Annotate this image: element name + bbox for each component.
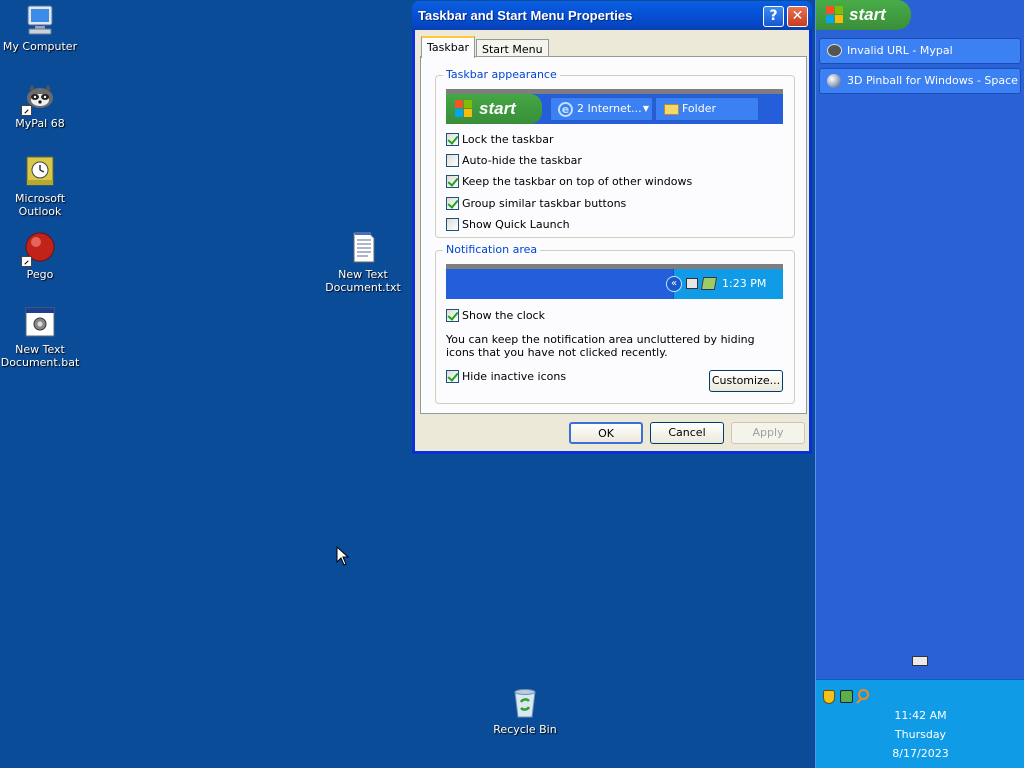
windows-logo-icon: [455, 100, 473, 118]
start-label: start: [849, 5, 886, 24]
show-clock-checkbox[interactable]: Show the clock: [446, 308, 545, 323]
help-button[interactable]: ?: [763, 6, 784, 27]
windows-logo-icon: [826, 6, 844, 24]
dialog-title-bar[interactable]: Taskbar and Start Menu Properties ? ✕: [412, 1, 812, 30]
recycle-bin-icon: [508, 686, 542, 720]
ok-button[interactable]: OK: [569, 422, 643, 444]
taskbar-button-pinball[interactable]: 3D Pinball for Windows - Space ...: [819, 68, 1021, 94]
clock-date: 8/17/2023: [892, 747, 949, 760]
checkbox-icon: [446, 197, 459, 210]
icon-label: Recycle Bin: [493, 723, 557, 736]
checkbox-icon: [446, 133, 459, 146]
hide-inactive-checkbox[interactable]: Hide inactive icons: [446, 369, 566, 384]
checkbox-label: Show the clock: [462, 309, 545, 322]
taskbar-properties-dialog: Taskbar and Start Menu Properties ? ✕ Ta…: [412, 1, 812, 454]
checkbox-label: Auto-hide the taskbar: [462, 154, 582, 167]
shortcut-arrow-icon: [21, 256, 32, 267]
taskbar-preview: start e 2 Internet... ▼ Folder: [446, 89, 783, 124]
cancel-button[interactable]: Cancel: [650, 422, 724, 444]
checkbox-icon: [446, 218, 459, 231]
shortcut-arrow-icon: [21, 105, 32, 116]
dropdown-arrow-icon: ▼: [642, 104, 649, 113]
batch-file-icon: [23, 306, 57, 340]
outlook-icon: [23, 155, 57, 189]
taskbar-appearance-group: Taskbar appearance start e 2 Internet...…: [435, 68, 795, 238]
chevron-left-icon: «: [666, 276, 682, 292]
quick-launch-checkbox[interactable]: Show Quick Launch: [446, 217, 570, 232]
start-button[interactable]: start: [816, 0, 911, 30]
checkbox-icon: [446, 370, 459, 383]
notification-preview: « 1:23 PM: [446, 264, 783, 299]
desktop-icon-pego[interactable]: Pego: [0, 231, 80, 281]
desktop-icon-my-computer[interactable]: My Computer: [0, 3, 80, 53]
folder-icon: [664, 104, 679, 115]
pego-icon: [21, 231, 57, 267]
text-file-icon: [346, 231, 380, 265]
mouse-cursor-icon: [336, 545, 350, 569]
preview-ie-label: 2 Internet...: [577, 102, 642, 115]
hardware-icon: [700, 277, 718, 290]
lock-taskbar-checkbox[interactable]: Lock the taskbar: [446, 132, 554, 147]
preview-start-button: start: [446, 94, 542, 124]
icon-label: Microsoft Outlook: [14, 192, 66, 218]
security-shield-icon[interactable]: [823, 690, 835, 704]
group-buttons-checkbox[interactable]: Group similar taskbar buttons: [446, 196, 626, 211]
icon-label: My Computer: [2, 40, 78, 53]
close-button[interactable]: ✕: [787, 6, 808, 27]
checkbox-label: Show Quick Launch: [462, 218, 570, 231]
computer-icon: [23, 3, 57, 37]
clock-day: Thursday: [894, 728, 947, 741]
raccoon-icon: [21, 80, 57, 116]
desktop-icon-mypal[interactable]: MyPal 68: [0, 80, 80, 130]
preview-clock: 1:23 PM: [722, 277, 767, 290]
checkbox-label: Hide inactive icons: [462, 370, 567, 383]
desktop-icon-outlook[interactable]: Microsoft Outlook: [0, 155, 80, 218]
apply-button[interactable]: Apply: [731, 422, 805, 444]
checkbox-label: Keep the taskbar on top of other windows: [462, 175, 693, 188]
auto-hide-checkbox[interactable]: Auto-hide the taskbar: [446, 153, 582, 168]
checkbox-icon: [446, 154, 459, 167]
checkbox-label: Lock the taskbar: [462, 133, 554, 146]
keyboard-icon[interactable]: [912, 656, 928, 666]
network-icon: [686, 278, 698, 289]
preview-start-label: start: [479, 99, 516, 118]
icon-label: New Text Document.txt: [325, 268, 401, 294]
search-handle: [856, 698, 862, 704]
group-legend: Taskbar appearance: [443, 68, 560, 81]
icon-label: Pego: [26, 268, 54, 281]
checkbox-icon: [446, 175, 459, 188]
preview-folder-label: Folder: [682, 102, 716, 115]
checkbox-icon: [446, 309, 459, 322]
notification-description: You can keep the notification area unclu…: [446, 333, 755, 359]
tab-taskbar[interactable]: Taskbar: [421, 36, 475, 58]
notification-area-group: Notification area « 1:23 PM Show the clo…: [435, 243, 795, 404]
checkbox-label: Group similar taskbar buttons: [462, 197, 627, 210]
icon-label: New Text Document.bat: [0, 343, 80, 369]
desktop-icon-text-document[interactable]: New Text Document.txt: [323, 231, 403, 294]
dialog-title: Taskbar and Start Menu Properties: [418, 8, 633, 23]
taskbar: start Invalid URL - Mypal 3D Pinball for…: [815, 0, 1024, 768]
group-legend: Notification area: [443, 243, 541, 256]
keep-on-top-checkbox[interactable]: Keep the taskbar on top of other windows: [446, 174, 692, 189]
internet-explorer-icon: e: [558, 102, 573, 117]
preview-folder-button: Folder: [655, 97, 759, 121]
taskbar-button-mypal[interactable]: Invalid URL - Mypal: [819, 38, 1021, 64]
preview-ie-button: e 2 Internet... ▼: [550, 97, 653, 121]
network-icon[interactable]: [840, 690, 853, 703]
clock-time[interactable]: 11:42 AM: [816, 709, 1024, 722]
tab-panel: Taskbar appearance start e 2 Internet...…: [420, 56, 807, 414]
desktop-icon-recycle-bin[interactable]: Recycle Bin: [485, 686, 565, 736]
customize-button[interactable]: Customize...: [709, 370, 783, 392]
task-label: 3D Pinball for Windows - Space ...: [847, 74, 1021, 87]
mypal-icon: [827, 44, 842, 57]
desktop-icon-batch-file[interactable]: New Text Document.bat: [0, 306, 80, 369]
task-label: Invalid URL - Mypal: [847, 44, 953, 57]
notification-area: 11:42 AM Thursday 8/17/2023: [816, 679, 1024, 768]
icon-label: MyPal 68: [15, 117, 65, 130]
pinball-icon: [827, 74, 841, 88]
preview-tray: « 1:23 PM: [666, 269, 783, 299]
